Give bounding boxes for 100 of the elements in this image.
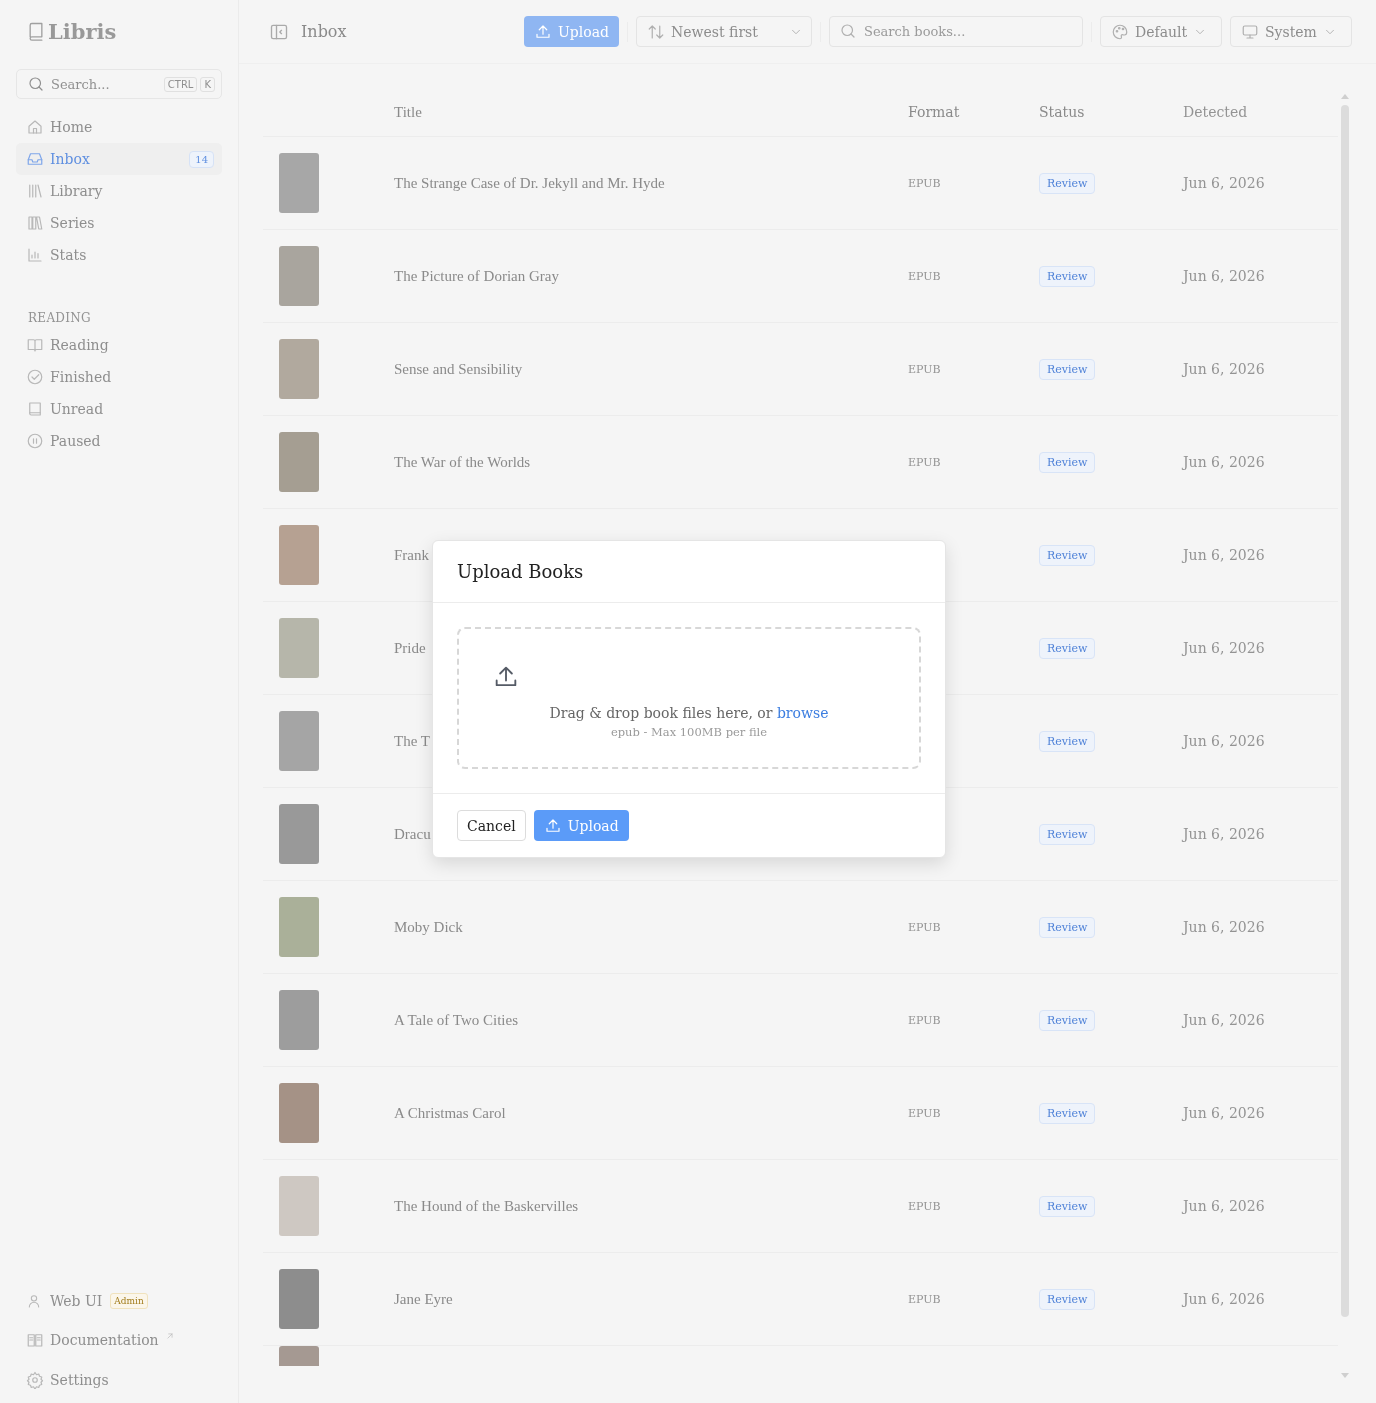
detected-date: Jun 6, 2026 (1183, 454, 1266, 470)
format-label: EPUB (908, 920, 942, 934)
book-title[interactable]: The Strange Case of Dr. Jekyll and Mr. Hyde (394, 174, 908, 192)
search-icon (839, 22, 857, 40)
status-badge: Review (1039, 1009, 1096, 1031)
search-field[interactable]: Search... CTRL K (16, 69, 222, 99)
sort-arrows-icon (647, 22, 665, 41)
search-icon (27, 75, 45, 93)
settings-link[interactable]: Settings (26, 1371, 222, 1389)
format-label: EPUB (908, 1292, 942, 1306)
documentation-link[interactable]: Documentation (26, 1331, 222, 1349)
sidebar-nav-item[interactable]: Unread (16, 393, 222, 425)
sidebar-nav-item[interactable]: Stats (16, 239, 222, 271)
status-badge: Review (1039, 1195, 1096, 1217)
book-cover-placeholder (279, 153, 319, 213)
book-cover-placeholder (279, 432, 319, 492)
page-title: Inbox (301, 22, 347, 41)
books-icon (26, 214, 44, 232)
sidebar-nav-item[interactable]: Library (16, 175, 222, 207)
bookshelf-icon (26, 182, 44, 200)
pause-icon (26, 432, 44, 450)
sort-dropdown[interactable]: Newest first (636, 16, 812, 47)
column-header: Status (1039, 104, 1086, 120)
app-logo-text: Libris (48, 18, 117, 44)
book-title[interactable]: A Tale of Two Cities (394, 1011, 908, 1029)
book-cover-placeholder (279, 618, 319, 678)
upload-button[interactable]: Upload (533, 810, 629, 841)
detected-date: Jun 6, 2026 (1183, 826, 1266, 842)
search-placeholder: Search... (51, 76, 111, 92)
format-label: EPUB (908, 455, 942, 469)
keyboard-key: CTRL (163, 76, 198, 92)
book-cover-placeholder (279, 897, 319, 957)
detected-date: Jun 6, 2026 (1183, 1291, 1266, 1307)
theme-dropdown[interactable]: Default (1100, 16, 1222, 47)
detected-date: Jun 6, 2026 (1183, 1105, 1266, 1121)
inbox-tray-icon (26, 150, 44, 168)
upload-button[interactable]: Upload (524, 16, 619, 47)
file-drop-zone[interactable]: Drag & drop book files here, or browse epub - Max 100MB per file (457, 627, 921, 769)
user-icon (26, 1293, 42, 1309)
status-badge: Review (1039, 823, 1096, 845)
book-title[interactable]: The Picture of Dorian Gray (394, 267, 908, 285)
status-badge: Review (1039, 451, 1096, 473)
sidebar-nav-item[interactable]: Reading (16, 329, 222, 361)
book-cover-placeholder (279, 339, 319, 399)
detected-date: Jun 6, 2026 (1183, 1198, 1266, 1214)
house-icon (26, 118, 44, 136)
format-label: EPUB (908, 1199, 942, 1213)
status-badge: Review (1039, 172, 1096, 194)
detected-date: Jun 6, 2026 (1183, 919, 1266, 935)
check-circle-icon (26, 368, 44, 386)
browse-link[interactable]: browse (776, 705, 829, 721)
file-limit-hint: epub - Max 100MB per file (610, 725, 768, 739)
column-header: Format (908, 104, 961, 120)
monitor-icon (1241, 22, 1259, 41)
format-label: EPUB (908, 176, 942, 190)
status-badge: Review (1039, 265, 1096, 287)
book-title[interactable]: The Hound of the Baskervilles (394, 1197, 908, 1215)
book-title[interactable]: Moby Dick (394, 918, 908, 936)
open-book-icon (26, 336, 44, 354)
role-badge: Admin (110, 1293, 148, 1309)
open-book-icon (26, 1331, 44, 1349)
detected-date: Jun 6, 2026 (1183, 175, 1266, 191)
book-title[interactable]: Sense and Sensibility (394, 360, 908, 378)
sidebar-nav-item[interactable]: Paused (16, 425, 222, 457)
detected-date: Jun 6, 2026 (1183, 547, 1266, 563)
external-link-icon (164, 1331, 175, 1341)
book-cover-placeholder (279, 1083, 319, 1143)
search-books-field[interactable]: Search books... (829, 16, 1083, 47)
section-heading: READING (27, 311, 92, 325)
status-badge: Review (1039, 358, 1096, 380)
format-label: EPUB (908, 1013, 942, 1027)
book-title[interactable]: A Christmas Carol (394, 1104, 908, 1122)
settings-icon (26, 1371, 44, 1389)
sidebar-nav-item[interactable]: Series (16, 207, 222, 239)
status-badge: Review (1039, 544, 1096, 566)
detected-date: Jun 6, 2026 (1183, 640, 1266, 656)
detected-date: Jun 6, 2026 (1183, 1012, 1266, 1028)
book-cover-placeholder (279, 711, 319, 771)
book-cover-placeholder (279, 990, 319, 1050)
detected-date: Jun 6, 2026 (1183, 361, 1266, 377)
book-cover-placeholder (279, 246, 319, 306)
sidebar-nav-item[interactable]: Inbox 14 (16, 143, 222, 175)
bar-chart-icon (26, 246, 44, 264)
book-cover-placeholder (279, 1269, 319, 1329)
mode-dropdown[interactable]: System (1230, 16, 1352, 47)
status-badge: Review (1039, 1288, 1096, 1310)
keyboard-key: K (200, 76, 215, 92)
cancel-button[interactable]: Cancel (457, 810, 526, 841)
book-title[interactable]: Jane Eyre (394, 1290, 908, 1308)
book-cover-placeholder (279, 1176, 319, 1236)
sidebar-nav-item[interactable]: Home (16, 111, 222, 143)
format-label: EPUB (908, 269, 942, 283)
detected-date: Jun 6, 2026 (1183, 733, 1266, 749)
detected-date: Jun 6, 2026 (1183, 268, 1266, 284)
user-name: Web UI (50, 1293, 103, 1309)
book-cover-placeholder (279, 804, 319, 864)
book-cover-placeholder (279, 525, 319, 585)
book-title[interactable]: The War of the Worlds (394, 453, 908, 471)
format-label: EPUB (908, 362, 942, 376)
sidebar-nav-item[interactable]: Finished (16, 361, 222, 393)
